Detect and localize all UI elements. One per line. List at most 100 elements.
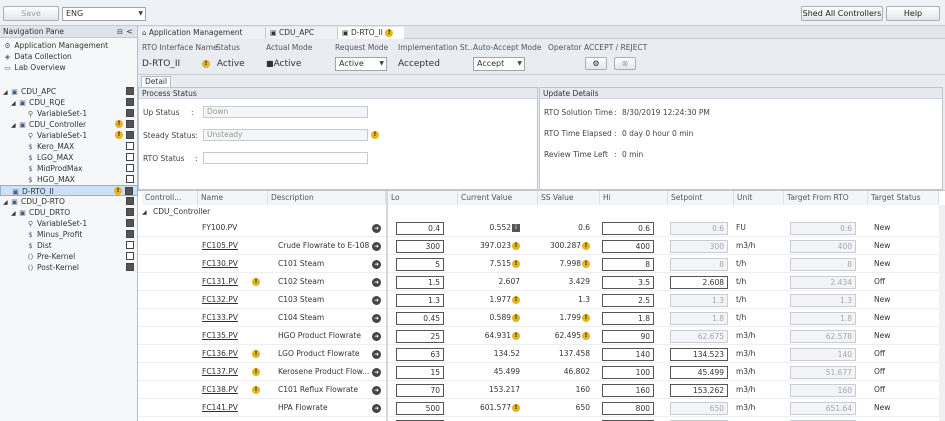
table-row[interactable]: FC142.PVMPA Flowrate➜500800.004i799.997!…: [138, 417, 945, 421]
lo-limit-input[interactable]: 1.3: [396, 294, 444, 307]
lo-limit-input[interactable]: 500: [396, 402, 444, 415]
navigate-arrow-icon[interactable]: ➜: [372, 219, 384, 237]
column-header[interactable]: Hi: [600, 191, 668, 205]
tab-cdu-apc[interactable]: ▣ CDU_APC: [266, 27, 338, 39]
nav-link-data-collection[interactable]: ◈ Data Collection: [0, 51, 138, 62]
table-row[interactable]: FY100.PV ➜ 0.4 0.552 i 0.6 0.6 0.6 FU 0.6 New: [138, 219, 945, 237]
table-row[interactable]: FC131.PV! C102 Steam ➜ 1.5 2.607 3.429 3.5 2.60…: [138, 273, 945, 291]
lo-limit-input[interactable]: 15: [396, 366, 444, 379]
variable-name[interactable]: FC138.PV: [202, 381, 238, 399]
navigate-arrow-icon[interactable]: ➜: [372, 381, 384, 399]
collapse-pane-icon[interactable]: <: [126, 26, 133, 38]
column-header[interactable]: Lo: [388, 191, 458, 205]
variable-name[interactable]: FC132.PV: [202, 291, 238, 309]
tree-item[interactable]: $ Minus_Profit: [0, 229, 138, 240]
variable-name[interactable]: FY100.PV: [202, 219, 238, 237]
navigate-arrow-icon[interactable]: ➜: [372, 291, 384, 309]
navigate-arrow-icon[interactable]: ➜: [372, 255, 384, 273]
enable-checkbox[interactable]: [126, 241, 134, 249]
navigate-arrow-icon[interactable]: ➜: [372, 309, 384, 327]
hi-limit-input[interactable]: 0.6: [602, 222, 654, 235]
tree-item[interactable]: $ Kero_MAX: [0, 141, 138, 152]
enable-checkbox[interactable]: [126, 131, 134, 139]
group-row[interactable]: ◢ CDU_Controller: [142, 205, 210, 219]
lo-limit-input[interactable]: 0.4: [396, 222, 444, 235]
pin-icon[interactable]: ⊟: [117, 26, 123, 38]
hi-limit-input[interactable]: 90: [602, 330, 654, 343]
navigate-arrow-icon[interactable]: ➜: [372, 417, 384, 421]
tree-item[interactable]: ◢ ▣ CDU_DRTO: [0, 207, 138, 218]
enable-checkbox[interactable]: [126, 208, 134, 216]
enable-checkbox[interactable]: [126, 153, 134, 161]
tree-item[interactable]: ◢ ▣ CDU_Controller!: [0, 119, 138, 130]
table-row[interactable]: FC138.PV! C101 Reflux Flowrate ➜ 70 153.217 1…: [138, 381, 945, 399]
table-row[interactable]: FC141.PV HPA Flowrate ➜ 500 601.577! 650 800 65…: [138, 399, 945, 417]
tree-item[interactable]: ◢ ▣ CDU_APC: [0, 86, 138, 97]
variable-name[interactable]: FC135.PV: [202, 327, 238, 345]
hi-limit-input[interactable]: 160: [602, 384, 654, 397]
tab-detail[interactable]: Detail: [141, 76, 171, 87]
tree-item[interactable]: () Pre-Kernel: [0, 251, 138, 262]
hi-limit-input[interactable]: 800: [602, 402, 654, 415]
vertical-scrollbar[interactable]: [939, 205, 945, 421]
variable-name[interactable]: FC105.PV: [202, 237, 238, 255]
tree-item[interactable]: ▣ D-RTO_II!: [0, 185, 138, 196]
table-row[interactable]: FC136.PV! LGO Product Flowrate ➜ 63 134.52 13…: [138, 345, 945, 363]
table-row[interactable]: FC135.PV HGO Product Flowrate ➜ 25 64.931! 62…: [138, 327, 945, 345]
column-header[interactable]: Unit: [734, 191, 784, 205]
table-row[interactable]: FC130.PV C101 Steam ➜ 5 7.515! 7.998! 8 8 t/h 8 Ne…: [138, 255, 945, 273]
nav-link-lab-overview[interactable]: ▭ Lab Overview: [0, 62, 138, 73]
variable-name[interactable]: FC142.PV: [202, 417, 238, 421]
column-header[interactable]: Name: [198, 191, 268, 205]
auto-accept-select[interactable]: Accept ▼: [473, 57, 525, 71]
navigate-arrow-icon[interactable]: ➜: [372, 327, 384, 345]
variable-name[interactable]: FC133.PV: [202, 309, 238, 327]
hi-limit-input[interactable]: 3.5: [602, 276, 654, 289]
tree-item[interactable]: $ HGO_MAX: [0, 174, 138, 185]
tab-application-management[interactable]: ⌂ Application Management: [138, 27, 266, 39]
tree-item[interactable]: $ MidProdMax: [0, 163, 138, 174]
enable-checkbox[interactable]: [126, 230, 134, 238]
enable-checkbox[interactable]: [126, 109, 134, 117]
enable-checkbox[interactable]: [126, 263, 134, 271]
table-row[interactable]: FC137.PV! Kerosene Product Flow... ➜ 15 45.4…: [138, 363, 945, 381]
enable-checkbox[interactable]: [126, 142, 134, 150]
column-header[interactable]: Target Status: [868, 191, 939, 205]
enable-checkbox[interactable]: [125, 187, 133, 195]
tree-item[interactable]: ⚲ VariableSet-1!: [0, 130, 138, 141]
column-header[interactable]: SS Value: [538, 191, 600, 205]
tree-item[interactable]: ◢ ▣ CDU_D-RTO: [0, 196, 138, 207]
variable-name[interactable]: FC137.PV: [202, 363, 238, 381]
table-row[interactable]: FC105.PV Crude Flowrate to E-108 ➜ 300 397.0…: [138, 237, 945, 255]
lo-limit-input[interactable]: 1.5: [396, 276, 444, 289]
enable-checkbox[interactable]: [126, 87, 134, 95]
enable-checkbox[interactable]: [126, 219, 134, 227]
table-row[interactable]: FC133.PV C104 Steam ➜ 0.45 0.589! 1.799! 1.8 1.…: [138, 309, 945, 327]
lo-limit-input[interactable]: 0.45: [396, 312, 444, 325]
request-mode-select[interactable]: Active ▼: [335, 57, 387, 71]
lo-limit-input[interactable]: 5: [396, 258, 444, 271]
variable-name[interactable]: FC130.PV: [202, 255, 238, 273]
enable-checkbox[interactable]: [126, 98, 134, 106]
tree-item[interactable]: ⚲ VariableSet-1: [0, 218, 138, 229]
hi-limit-input[interactable]: 400: [602, 240, 654, 253]
tab-d-rto-ii[interactable]: ▣ D-RTO_II !: [338, 27, 404, 39]
lo-limit-input[interactable]: 25: [396, 330, 444, 343]
hi-limit-input[interactable]: 8: [602, 258, 654, 271]
navigate-arrow-icon[interactable]: ➜: [372, 363, 384, 381]
save-button[interactable]: Save: [3, 6, 59, 21]
operator-accept-button[interactable]: ⚙: [585, 57, 607, 70]
column-header[interactable]: Description: [268, 191, 386, 205]
enable-checkbox[interactable]: [126, 120, 134, 128]
variable-name[interactable]: FC136.PV: [202, 345, 238, 363]
tree-item[interactable]: $ LGO_MAX: [0, 152, 138, 163]
column-header[interactable]: Setpoint: [668, 191, 734, 205]
column-header[interactable]: Controll...: [142, 191, 198, 205]
variable-name[interactable]: FC131.PV: [202, 273, 238, 291]
hi-limit-input[interactable]: 2.5: [602, 294, 654, 307]
nav-link-application-management[interactable]: ⚙ Application Management: [0, 40, 138, 51]
column-header[interactable]: Current Value: [458, 191, 538, 205]
navigate-arrow-icon[interactable]: ➜: [372, 399, 384, 417]
navigate-arrow-icon[interactable]: ➜: [372, 237, 384, 255]
help-button[interactable]: Help: [886, 6, 940, 21]
